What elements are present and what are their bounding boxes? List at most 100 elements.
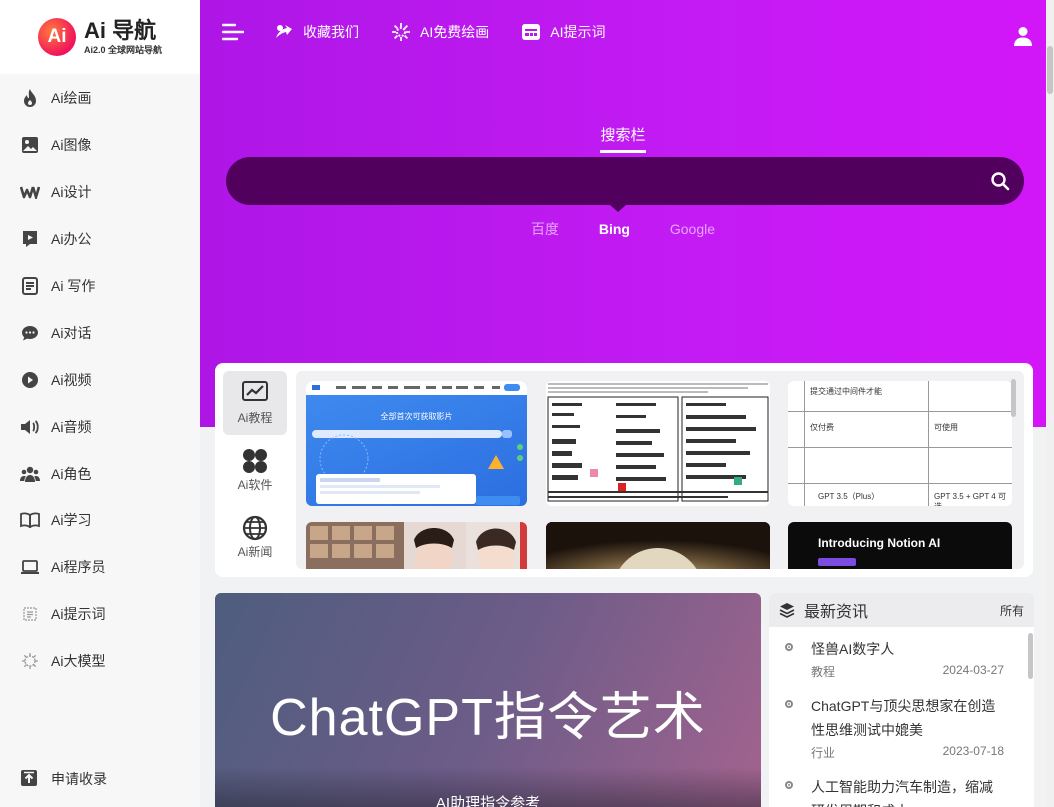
thumbnail-caption: 全部首次可获取影片 [380,412,453,421]
news-title[interactable]: ChatGPT与顶尖思想家在创造性思维测试中媲美 [811,694,1004,742]
sidebar-item-label: Ai设计 [51,184,92,201]
tool-logos-screenshot-image [547,383,769,502]
sidebar-item-ai-model[interactable]: Ai大模型 [0,638,200,685]
page-scrollbar[interactable] [1046,0,1054,807]
comparison-table-screenshot-image: 提交通过中间件才能 仅付费 可使用 GPT 3.5（Plus） GPT 3.5 … [788,381,1012,506]
portraits-image [306,522,527,569]
news-scrollbar[interactable] [1028,633,1033,679]
sidebar-item-label: Ai视频 [51,371,92,388]
table-cell: GPT 3.5（Plus） [818,492,880,501]
page-scrollbar-thumb[interactable] [1047,46,1053,94]
moon-image [546,522,770,569]
bookmark-icon [274,22,294,42]
sidebar-item-label: Ai对话 [51,324,92,341]
news-category[interactable]: 教程 [811,663,835,680]
news-item[interactable]: 怪兽AI数字人 教程 2024-03-27 [769,627,1034,684]
logo-text: Ai 导航 Ai2.0 全球网站导航 [84,19,162,55]
engine-bing[interactable]: Bing [599,221,630,237]
thumbnail-card[interactable] [546,381,770,506]
news-item[interactable]: 人工智能助力汽车制造，缩减研发周期和成本 [769,765,1034,807]
search-engine-selector: 百度 Bing Google [200,219,1046,239]
sidebar-item-ai-role[interactable]: Ai角色 [0,450,200,497]
news-date: 2024-03-27 [942,663,1004,677]
news-all-link[interactable]: 所有 [1000,602,1024,619]
tab-ai-tutorial[interactable]: Ai教程 [223,371,287,435]
tab-ai-news[interactable]: Ai新闻 [223,505,287,569]
active-engine-caret [610,205,626,212]
news-title[interactable]: 怪兽AI数字人 [811,637,1004,661]
bullet-icon [785,643,793,651]
news-date: 2023-07-18 [942,744,1004,758]
sidebar-item-ai-learning[interactable]: Ai学习 [0,497,200,544]
thumbnail-card[interactable]: Introducing Notion AI [788,522,1012,569]
tab-ai-software[interactable]: Ai软件 [223,438,287,502]
news-header: 最新资讯 所有 [769,593,1034,627]
website-screenshot-image [306,381,527,505]
category-tabs: Ai教程 Ai软件 Ai新闻 [223,371,287,572]
sidebar-item-ai-video[interactable]: Ai视频 [0,356,200,403]
chart-line-icon [242,380,268,405]
thumbnail-scrollbar[interactable] [1011,379,1016,417]
sidebar-item-ai-audio[interactable]: Ai音频 [0,403,200,450]
sidebar-item-label: Ai提示词 [51,606,106,623]
upload-icon [20,769,40,789]
nav-bookmark-us[interactable]: 收藏我们 [274,22,359,42]
search-input[interactable] [244,157,968,207]
search-icon[interactable] [990,171,1010,191]
nav-prompts[interactable]: AI提示词 [521,22,605,42]
news-heading: 最新资讯 [804,604,869,621]
sidebar-item-ai-image[interactable]: Ai图像 [0,122,200,169]
nav-link-label: 收藏我们 [303,24,359,40]
clover-icon [242,448,268,473]
thumbnail-card[interactable]: 全部首次可获取影片 [306,381,527,506]
presentation-icon [20,229,40,249]
news-category[interactable]: 行业 [811,744,835,761]
search-tab-label: 搜索栏 [600,124,646,153]
prompt-icon [20,604,40,624]
sidebar: Ai Ai 导航 Ai2.0 全球网站导航 Ai绘画 Ai图像 Ai设计 Ai办… [0,0,200,807]
thumbnail-card[interactable] [546,522,770,569]
sidebar-item-label: Ai绘画 [51,90,92,107]
sidebar-item-label: Ai程序员 [51,559,106,576]
category-card-panel: Ai教程 Ai软件 Ai新闻 全部首次可获取影片 提交通过中间件才能 仅付费 可… [215,363,1033,577]
logo-badge: Ai [38,18,76,56]
sidebar-item-ai-design[interactable]: Ai设计 [0,169,200,216]
table-cell: GPT 3.5 + GPT 4 可选 [934,492,1006,506]
sidebar-item-label: Ai图像 [51,137,92,154]
featured-banner[interactable]: ChatGPT指令艺术 AI助理指令参考 [215,593,761,807]
tab-label: Ai新闻 [237,544,273,559]
thumbnail-card[interactable]: 提交通过中间件才能 仅付费 可使用 GPT 3.5（Plus） GPT 3.5 … [788,381,1012,506]
sidebar-item-ai-prompts[interactable]: Ai提示词 [0,591,200,638]
thumbnail-grid: 全部首次可获取影片 提交通过中间件才能 仅付费 可使用 GPT 3.5（Plus… [296,371,1024,569]
design-icon [20,182,40,202]
sidebar-item-ai-painting[interactable]: Ai绘画 [0,75,200,122]
user-icon[interactable] [1014,26,1032,46]
news-item[interactable]: ChatGPT与顶尖思想家在创造性思维测试中媲美 行业 2023-07-18 [769,684,1034,765]
search-tab[interactable]: 搜索栏 [200,124,1046,153]
thumbnail-card[interactable] [306,522,527,569]
bullet-icon [785,781,793,789]
sidebar-item-ai-chat[interactable]: Ai对话 [0,309,200,356]
sidebar-item-ai-office[interactable]: Ai办公 [0,216,200,263]
menu-toggle-icon[interactable] [221,23,245,41]
sidebar-item-ai-writing[interactable]: Ai 写作 [0,263,200,310]
bullet-icon [785,700,793,708]
news-meta: 行业 2023-07-18 [811,744,1004,765]
nav-free-painting[interactable]: AI免费绘画 [391,22,489,42]
engine-baidu[interactable]: 百度 [531,221,559,237]
news-title[interactable]: 人工智能助力汽车制造，缩减研发周期和成本 [811,775,1004,807]
news-meta: 教程 2024-03-27 [811,663,1004,684]
apply-listing-link[interactable]: 申请收录 [20,769,107,789]
layers-icon [779,602,795,618]
banner-title: ChatGPT指令艺术 [270,689,706,747]
tab-label: Ai软件 [237,477,273,492]
sidebar-item-ai-programmer[interactable]: Ai程序员 [0,544,200,591]
paint-icon [391,22,411,42]
search-box [226,157,1024,207]
sidebar-item-label: Ai角色 [51,465,92,482]
banner-caption: AI助理指令参考 [435,795,541,807]
top-nav: 收藏我们 AI免费绘画 AI提示词 [221,22,637,42]
engine-google[interactable]: Google [670,221,715,237]
site-logo[interactable]: Ai Ai 导航 Ai2.0 全球网站导航 [0,0,200,74]
apply-label: 申请收录 [51,771,107,787]
